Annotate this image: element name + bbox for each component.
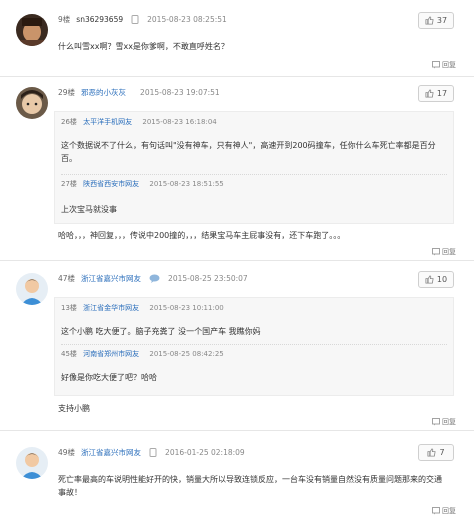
username[interactable]: 浙江省金华市网友 bbox=[83, 304, 139, 312]
post-time: 2016-01-25 02:18:09 bbox=[165, 448, 245, 457]
quoted-replies: 13楼 浙江省金华市网友 2015-08-23 10:11:00 这个小鹏 吃大… bbox=[54, 297, 454, 396]
post-time: 2015-08-23 10:11:00 bbox=[149, 304, 224, 312]
comment-floor-49: 49楼 浙江省嘉兴市网友 2016-01-25 02:18:09 7 死亡率最高… bbox=[0, 431, 474, 525]
quote-divider bbox=[61, 174, 447, 175]
quote-meta: 27楼 陕西省西安市网友 2015-08-23 18:51:55 bbox=[61, 179, 447, 189]
username[interactable]: 河南省郑州市网友 bbox=[83, 350, 139, 358]
floor-number: 13楼 bbox=[61, 304, 77, 312]
reply-icon bbox=[432, 418, 440, 426]
reply-button[interactable]: 回复 bbox=[432, 60, 456, 70]
thumbs-up-icon bbox=[427, 448, 437, 457]
quote-text: 上次宝马就没事 bbox=[61, 205, 117, 214]
reply-label: 回复 bbox=[442, 248, 456, 256]
like-count: 37 bbox=[436, 16, 448, 25]
comment-meta: 47楼 浙江省嘉兴市网友 2015-08-25 23:50:07 bbox=[58, 273, 248, 284]
post-time: 2015-08-25 08:42:25 bbox=[149, 350, 224, 358]
like-button[interactable]: 7 bbox=[418, 444, 454, 461]
quote-text: 这个小鹏 吃大便了。脑子充粪了 没一个国产车 我瞧你妈 bbox=[61, 327, 261, 336]
like-count: 10 bbox=[436, 275, 448, 284]
username[interactable]: 浙江省嘉兴市网友 bbox=[81, 447, 141, 458]
thumbs-up-icon bbox=[425, 275, 434, 284]
quoted-reply: 26楼 太平洋手机网友 2015-08-23 16:18:04 这个数据说不了什… bbox=[61, 117, 447, 165]
post-time: 2015-08-23 16:18:04 bbox=[142, 118, 217, 126]
username[interactable]: 陕西省西安市网友 bbox=[83, 180, 139, 188]
post-time: 2015-08-23 08:25:51 bbox=[147, 15, 227, 24]
username[interactable]: 太平洋手机网友 bbox=[83, 118, 132, 126]
reply-button[interactable]: 回复 bbox=[432, 506, 456, 516]
floor-number: 45楼 bbox=[61, 350, 77, 358]
reply-label: 回复 bbox=[442, 418, 456, 426]
reply-button[interactable]: 回复 bbox=[432, 247, 456, 257]
username[interactable]: 邪恶的小灰灰 bbox=[81, 87, 126, 98]
reply-icon bbox=[432, 248, 440, 256]
quote-text: 这个数据说不了什么，有句话叫"没有神车，只有神人"，高速开到200码撞车，任你什… bbox=[61, 141, 436, 163]
phone-icon bbox=[149, 448, 157, 457]
reply-button[interactable]: 回复 bbox=[432, 417, 456, 427]
reply-label: 回复 bbox=[442, 61, 456, 69]
thumbs-up-icon bbox=[425, 89, 434, 98]
comment-floor-29: 29楼 邪恶的小灰灰 2015-08-23 19:07:51 17 26楼 太平… bbox=[0, 77, 474, 261]
floor-number: 9楼 bbox=[58, 15, 71, 24]
quoted-reply: 45楼 河南省郑州市网友 2015-08-25 08:42:25 好像是你吃大便… bbox=[61, 349, 447, 384]
quote-meta: 13楼 浙江省金华市网友 2015-08-23 10:11:00 bbox=[61, 303, 447, 313]
floor-number: 29楼 bbox=[58, 88, 76, 97]
comment-floor-47: 47楼 浙江省嘉兴市网友 2015-08-25 23:50:07 10 13楼 … bbox=[0, 261, 474, 431]
quoted-replies: 26楼 太平洋手机网友 2015-08-23 16:18:04 这个数据说不了什… bbox=[54, 111, 454, 224]
reply-icon bbox=[432, 61, 440, 69]
comment-meta: 49楼 浙江省嘉兴市网友 2016-01-25 02:18:09 bbox=[58, 447, 245, 458]
quoted-reply: 13楼 浙江省金华市网友 2015-08-23 10:11:00 这个小鹏 吃大… bbox=[61, 303, 447, 338]
user-avatar[interactable] bbox=[16, 447, 48, 479]
quote-text: 好像是你吃大便了吧？哈哈 bbox=[61, 373, 157, 382]
reply-label: 回复 bbox=[442, 507, 456, 515]
comment-text: 支持小鹏 bbox=[58, 404, 90, 413]
user-avatar[interactable] bbox=[16, 87, 48, 119]
username[interactable]: 浙江省嘉兴市网友 bbox=[81, 273, 141, 284]
reply-icon bbox=[432, 507, 440, 515]
username[interactable]: sn36293659 bbox=[76, 15, 123, 24]
like-count: 17 bbox=[436, 89, 448, 98]
like-button[interactable]: 37 bbox=[418, 12, 454, 29]
post-time: 2015-08-23 19:07:51 bbox=[140, 88, 220, 97]
post-time: 2015-08-23 18:51:55 bbox=[149, 180, 224, 188]
comment-text: 哈哈，，，神回复，，，传说中200撞的，，，结果宝马车主屁事没有，还下车跑了。。… bbox=[58, 231, 346, 240]
floor-number: 27楼 bbox=[61, 180, 77, 188]
post-time: 2015-08-25 23:50:07 bbox=[168, 274, 248, 283]
thumbs-up-icon bbox=[425, 16, 434, 25]
like-button[interactable]: 17 bbox=[418, 85, 454, 102]
chat-icon bbox=[149, 274, 160, 283]
comment-text: 死亡率最高的车说明性能好开的快，销量大所以导致连锁反应，一台车没有销量自然没有质… bbox=[58, 475, 442, 497]
like-button[interactable]: 10 bbox=[418, 271, 454, 288]
quoted-reply: 27楼 陕西省西安市网友 2015-08-23 18:51:55 上次宝马就没事 bbox=[61, 179, 447, 216]
comment-meta: 29楼 邪恶的小灰灰 2015-08-23 19:07:51 bbox=[58, 87, 220, 98]
phone-icon bbox=[131, 15, 139, 24]
quote-meta: 26楼 太平洋手机网友 2015-08-23 16:18:04 bbox=[61, 117, 447, 127]
floor-number: 26楼 bbox=[61, 118, 77, 126]
user-avatar[interactable] bbox=[16, 273, 48, 305]
comment-meta: 9楼 sn36293659 2015-08-23 08:25:51 bbox=[58, 14, 227, 25]
comment-floor-9: 9楼 sn36293659 2015-08-23 08:25:51 37 什么叫… bbox=[0, 0, 474, 77]
user-avatar[interactable] bbox=[16, 14, 48, 46]
quote-meta: 45楼 河南省郑州市网友 2015-08-25 08:42:25 bbox=[61, 349, 447, 359]
floor-number: 47楼 bbox=[58, 274, 76, 283]
quote-divider bbox=[61, 344, 447, 345]
floor-number: 49楼 bbox=[58, 448, 76, 457]
comment-text: 什么叫雪xx啊？雪xx是你爹啊，不敢直呼姓名？ bbox=[58, 42, 229, 51]
like-count: 7 bbox=[439, 448, 445, 457]
